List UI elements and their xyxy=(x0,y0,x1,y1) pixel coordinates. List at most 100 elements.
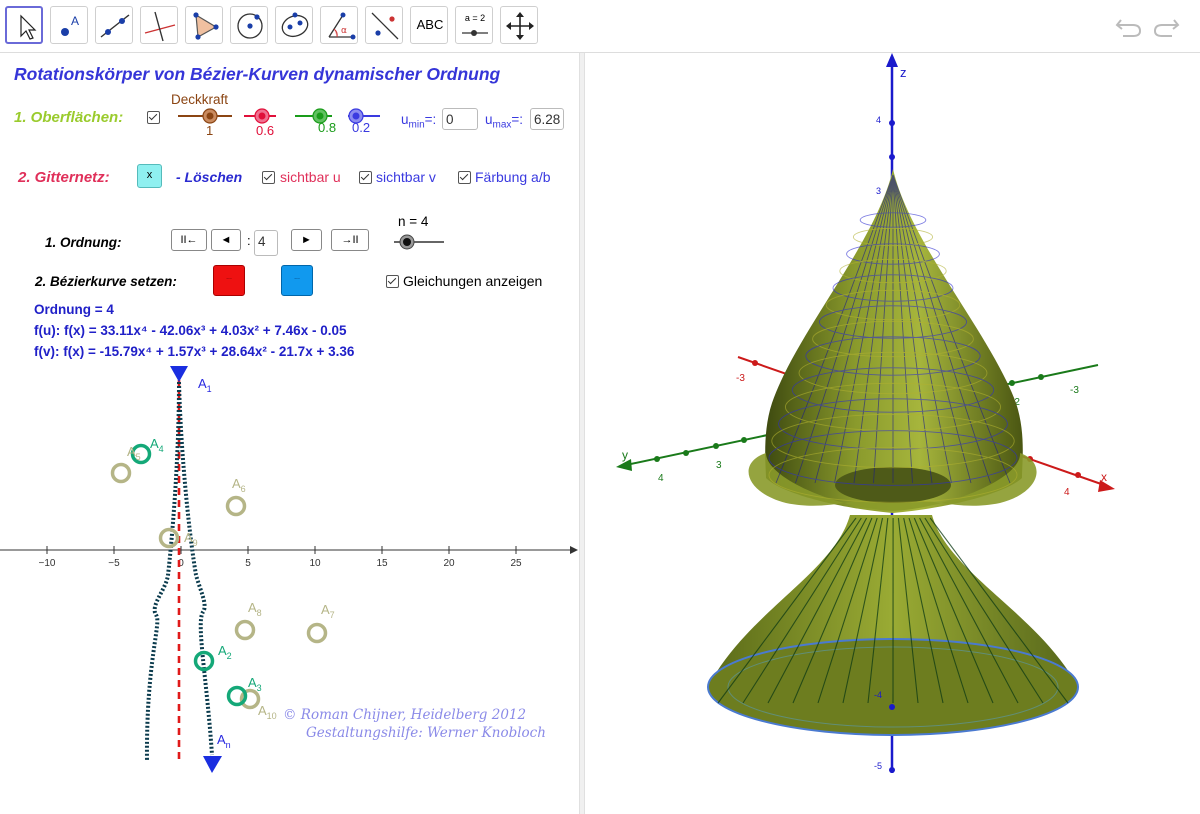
x-axis-tick-label: 10 xyxy=(309,558,321,569)
circle-tool-button[interactable] xyxy=(230,6,268,44)
visible-v-label: sichtbar v xyxy=(376,169,436,185)
x3d-tick-4: 4 xyxy=(1064,487,1070,498)
credit-helper: Gestaltungshilfe: Werner Knobloch xyxy=(306,725,546,741)
reflect-icon xyxy=(371,12,399,40)
opacity-value-red: 0.6 xyxy=(256,123,275,138)
x-axis-tick-label: −5 xyxy=(108,558,120,569)
order-label: 1. Ordnung: xyxy=(45,235,122,250)
point-a6[interactable] xyxy=(225,495,247,517)
z-axis-label: z xyxy=(900,65,907,80)
undo-icon[interactable] xyxy=(1113,12,1145,40)
text-tool-button[interactable]: ABC xyxy=(410,6,448,44)
point-tool-button[interactable]: A xyxy=(50,6,88,44)
move-tool-button[interactable] xyxy=(5,6,43,44)
bezier-curve-right xyxy=(177,381,214,756)
x-axis-tick-label: 15 xyxy=(376,558,388,569)
coloring-label: Färbung a/b xyxy=(475,169,551,185)
equation-fu: f(u): f(x) = 33.11x⁴ - 42.06x³ + 4.03x² … xyxy=(34,323,347,338)
order-n-label: n = 4 xyxy=(398,214,429,229)
point-a1-handle-icon[interactable] xyxy=(170,366,188,382)
z-tick-neg5: -5 xyxy=(874,761,882,771)
slider-tool-button[interactable]: a = 2 xyxy=(455,6,493,44)
coloring-checkbox[interactable] xyxy=(458,171,471,184)
redo-icon[interactable] xyxy=(1150,12,1182,40)
angle-icon: α xyxy=(328,12,356,40)
x-axis-3d-label: x xyxy=(1101,470,1107,484)
ellipse-tool-button[interactable] xyxy=(275,6,313,44)
line-tool-button[interactable] xyxy=(95,6,133,44)
ellipse-icon xyxy=(281,12,309,38)
label-a7: A7 xyxy=(321,602,335,620)
umin-input[interactable]: 0 xyxy=(442,108,478,130)
graphics-3d-view[interactable]: z -3 -2 4 x 4 3 -2 -3 y 4 3 -4 -5 xyxy=(586,53,1200,814)
credit-author: © Roman Chijner, Heidelberg 2012 xyxy=(283,707,527,723)
show-equations-checkbox[interactable] xyxy=(386,275,399,288)
clear-grid-button[interactable]: x xyxy=(137,164,162,188)
order-slider[interactable] xyxy=(390,232,450,252)
z-tick-neg4: -4 xyxy=(874,690,882,700)
section-grid-label: 2. Gitternetz: xyxy=(18,169,110,186)
clear-grid-label: - Löschen xyxy=(176,169,243,185)
x-axis-tick-label: −10 xyxy=(39,558,56,569)
z-tick-4: 4 xyxy=(876,115,881,125)
set-bezier-red-button[interactable]: ... xyxy=(213,265,245,296)
y3d-tick-3: 3 xyxy=(716,460,722,471)
x3d-tick-neg3: -3 xyxy=(736,373,745,384)
umin-label: umin=: xyxy=(401,112,437,131)
polygon-tool-button[interactable] xyxy=(185,6,223,44)
point-a5[interactable] xyxy=(110,462,132,484)
point-a9[interactable] xyxy=(158,527,180,549)
page-title: Rotationskörper von Bézier-Kurven dynami… xyxy=(14,64,501,84)
label-a2: A2 xyxy=(218,643,232,661)
label-a9: A9 xyxy=(184,530,198,548)
angle-tool-label: α xyxy=(341,26,347,36)
opacity-slider-red[interactable] xyxy=(244,108,276,124)
umax-input[interactable]: 6.28 xyxy=(530,108,564,130)
point-tool-label: A xyxy=(71,14,79,28)
perpendicular-tool-button[interactable] xyxy=(140,6,178,44)
umax-label: umax=: xyxy=(485,112,524,131)
prev-order-button[interactable]: ◄ xyxy=(211,229,241,251)
visible-u-checkbox[interactable] xyxy=(262,171,275,184)
x-axis-tick-label: 5 xyxy=(245,558,251,569)
upper-cone-surface xyxy=(765,169,1023,513)
bezier-label: 2. Bézierkurve setzen: xyxy=(35,274,177,289)
show-equations-label: Gleichungen anzeigen xyxy=(403,273,543,289)
x-axis-arrow-icon xyxy=(570,546,578,554)
opacity-slider-brown[interactable] xyxy=(178,108,232,124)
equation-order: Ordnung = 4 xyxy=(34,302,114,317)
next-order-button[interactable]: ► xyxy=(291,229,322,251)
y3d-tick-4: 4 xyxy=(658,473,664,484)
last-order-button[interactable]: →II xyxy=(331,229,369,251)
opacity-value-brown: 1 xyxy=(206,123,214,138)
perpendicular-icon xyxy=(144,11,176,42)
visible-v-checkbox[interactable] xyxy=(359,171,372,184)
circle-icon xyxy=(237,13,263,39)
x-axis-tick-label: 20 xyxy=(443,558,455,569)
point-a7[interactable] xyxy=(306,622,328,644)
point-an-handle-icon[interactable] xyxy=(203,756,222,773)
cursor-arrow-icon xyxy=(20,14,37,40)
order-colon: : xyxy=(247,233,251,248)
reflect-tool-button[interactable] xyxy=(365,6,403,44)
label-a1: A1 xyxy=(198,376,212,394)
set-bezier-blue-button[interactable]: ... xyxy=(281,265,313,296)
move-view-tool-button[interactable] xyxy=(500,6,538,44)
y3d-tick-neg3: -3 xyxy=(1070,385,1079,396)
angle-tool-button[interactable]: α xyxy=(320,6,358,44)
point-a8[interactable] xyxy=(234,619,256,641)
point-icon: A xyxy=(61,14,79,36)
z-tick-3: 3 xyxy=(876,186,881,196)
graph-2d[interactable]: −10 −5 0 5 10 15 20 25 A1 A4 A5 A6 A9 A8 A7 A2 … xyxy=(0,360,578,810)
first-order-button[interactable]: II← xyxy=(171,229,207,251)
text-tool-label: ABC xyxy=(416,17,444,32)
move-view-icon xyxy=(506,12,534,40)
x-axis-ticks: −10 −5 0 5 10 15 20 25 xyxy=(39,546,522,569)
surfaces-checkbox[interactable] xyxy=(147,111,160,124)
label-a6: A6 xyxy=(232,476,246,494)
polygon-icon xyxy=(193,12,219,40)
order-input[interactable]: 4 xyxy=(254,230,278,256)
equation-fv: f(v): f(x) = -15.79x⁴ + 1.57x³ + 28.64x²… xyxy=(34,344,355,359)
toolbar: A α ABC a = 2 xyxy=(0,0,1200,53)
panel-divider[interactable] xyxy=(579,53,585,814)
